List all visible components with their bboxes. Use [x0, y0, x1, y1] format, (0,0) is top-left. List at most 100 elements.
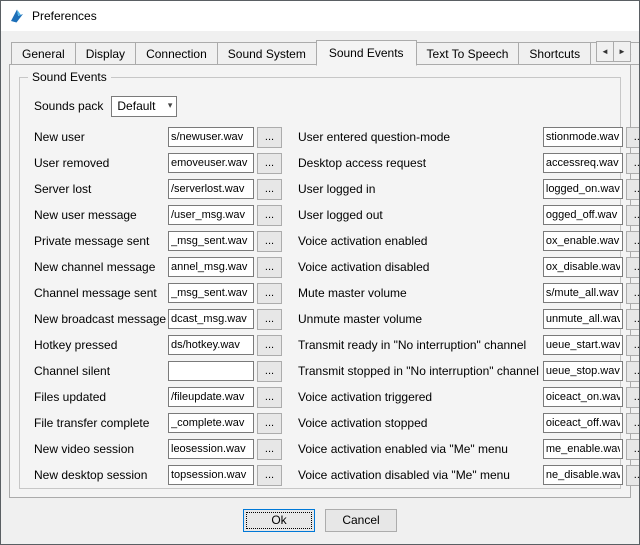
- sound-file-input[interactable]: [543, 127, 623, 147]
- sound-event-row: Server lost ...: [34, 176, 282, 202]
- tab[interactable]: Sound Events: [316, 40, 417, 66]
- sound-file-input[interactable]: [168, 153, 254, 173]
- sound-file-input[interactable]: [543, 205, 623, 225]
- browse-button[interactable]: ...: [257, 205, 282, 226]
- browse-button[interactable]: ...: [626, 439, 640, 460]
- sound-file-input[interactable]: [168, 205, 254, 225]
- sound-event-label: New video session: [34, 442, 168, 456]
- tab[interactable]: Shortcuts: [518, 42, 591, 65]
- sound-event-label: User logged in: [298, 182, 543, 196]
- browse-button[interactable]: ...: [257, 439, 282, 460]
- sound-file-input[interactable]: [168, 309, 254, 329]
- browse-button[interactable]: ...: [626, 283, 640, 304]
- ok-button[interactable]: Ok: [243, 509, 315, 532]
- preferences-window: Preferences General Display Connection: [0, 0, 640, 545]
- sound-file-input[interactable]: [543, 335, 623, 355]
- browse-button[interactable]: ...: [257, 361, 282, 382]
- sound-event-label: File transfer complete: [34, 416, 168, 430]
- sound-event-label: New user: [34, 130, 168, 144]
- sound-event-label: New user message: [34, 208, 168, 222]
- browse-button[interactable]: ...: [257, 179, 282, 200]
- browse-button[interactable]: ...: [257, 309, 282, 330]
- browse-button[interactable]: ...: [257, 257, 282, 278]
- sound-file-input[interactable]: [543, 439, 623, 459]
- sound-file-input[interactable]: [168, 413, 254, 433]
- sound-file-input[interactable]: [543, 413, 623, 433]
- sound-file-input[interactable]: [168, 361, 254, 381]
- browse-button[interactable]: ...: [257, 283, 282, 304]
- browse-button[interactable]: ...: [257, 387, 282, 408]
- tab[interactable]: Text To Speech: [416, 42, 520, 65]
- browse-button[interactable]: ...: [626, 309, 640, 330]
- browse-button[interactable]: ...: [626, 231, 640, 252]
- sound-event-row: New desktop session ...: [34, 462, 282, 488]
- browse-button[interactable]: ...: [626, 465, 640, 486]
- sound-file-input[interactable]: [543, 231, 623, 251]
- sound-file-input[interactable]: [543, 361, 623, 381]
- sound-file-input[interactable]: [543, 465, 623, 485]
- browse-button[interactable]: ...: [626, 413, 640, 434]
- sound-event-label: User removed: [34, 156, 168, 170]
- sound-event-label: Files updated: [34, 390, 168, 404]
- sounds-pack-select[interactable]: Default ▾: [111, 96, 177, 117]
- browse-button[interactable]: ...: [257, 465, 282, 486]
- sound-file-input[interactable]: [168, 179, 254, 199]
- sound-file-input[interactable]: [543, 309, 623, 329]
- sound-event-row: Voice activation stopped ...: [298, 410, 640, 436]
- sound-event-row: Unmute master volume ...: [298, 306, 640, 332]
- browse-button[interactable]: ...: [626, 361, 640, 382]
- sound-file-input[interactable]: [168, 335, 254, 355]
- browse-button[interactable]: ...: [257, 413, 282, 434]
- browse-button[interactable]: ...: [626, 387, 640, 408]
- sound-file-input[interactable]: [543, 153, 623, 173]
- sound-file-input[interactable]: [168, 387, 254, 407]
- tab[interactable]: Connection: [135, 42, 218, 65]
- sound-event-label: Voice activation disabled via "Me" menu: [298, 468, 543, 482]
- sound-event-row: Voice activation disabled ...: [298, 254, 640, 280]
- sound-file-input[interactable]: [543, 283, 623, 303]
- sound-event-label: New channel message: [34, 260, 168, 274]
- sound-file-input[interactable]: [168, 127, 254, 147]
- sound-file-input[interactable]: [543, 387, 623, 407]
- browse-button[interactable]: ...: [257, 231, 282, 252]
- browse-button[interactable]: ...: [626, 335, 640, 356]
- window-title: Preferences: [32, 9, 97, 23]
- tab-scroll-right-button[interactable]: ►: [613, 41, 631, 62]
- browse-button[interactable]: ...: [257, 153, 282, 174]
- sound-event-label: Voice activation stopped: [298, 416, 543, 430]
- sound-file-input[interactable]: [168, 465, 254, 485]
- cancel-button[interactable]: Cancel: [325, 509, 397, 532]
- sound-event-row: Hotkey pressed ...: [34, 332, 282, 358]
- sound-event-label: Hotkey pressed: [34, 338, 168, 352]
- tab[interactable]: Sound System: [217, 42, 317, 65]
- sound-event-row: New broadcast message ...: [34, 306, 282, 332]
- tab-label: Text To Speech: [427, 47, 509, 61]
- tab[interactable]: General: [11, 42, 76, 65]
- sound-event-label: New desktop session: [34, 468, 168, 482]
- sound-events-groupbox: Sound Events Sounds pack Default ▾ New u…: [19, 77, 621, 489]
- sound-event-row: New video session ...: [34, 436, 282, 462]
- tab-pane-sound-events: Sound Events Sounds pack Default ▾ New u…: [9, 64, 631, 498]
- sound-event-label: User entered question-mode: [298, 130, 543, 144]
- sounds-pack-value: Default: [117, 99, 155, 113]
- sound-event-label: New broadcast message: [34, 312, 168, 326]
- sound-event-row: Voice activation disabled via "Me" menu …: [298, 462, 640, 488]
- sound-file-input[interactable]: [543, 179, 623, 199]
- browse-button[interactable]: ...: [257, 127, 282, 148]
- browse-button[interactable]: ...: [257, 335, 282, 356]
- sound-file-input[interactable]: [168, 283, 254, 303]
- tab-scroll-buttons: ◄ ►: [596, 41, 631, 62]
- browse-button[interactable]: ...: [626, 153, 640, 174]
- browse-button[interactable]: ...: [626, 205, 640, 226]
- browse-button[interactable]: ...: [626, 179, 640, 200]
- tab-label: General: [22, 47, 65, 61]
- tab[interactable]: Display: [75, 42, 136, 65]
- browse-button[interactable]: ...: [626, 257, 640, 278]
- browse-button[interactable]: ...: [626, 127, 640, 148]
- tab-label: Sound System: [228, 47, 306, 61]
- sound-file-input[interactable]: [168, 257, 254, 277]
- sound-file-input[interactable]: [543, 257, 623, 277]
- sound-file-input[interactable]: [168, 439, 254, 459]
- tab-scroll-left-button[interactable]: ◄: [596, 41, 614, 62]
- sound-file-input[interactable]: [168, 231, 254, 251]
